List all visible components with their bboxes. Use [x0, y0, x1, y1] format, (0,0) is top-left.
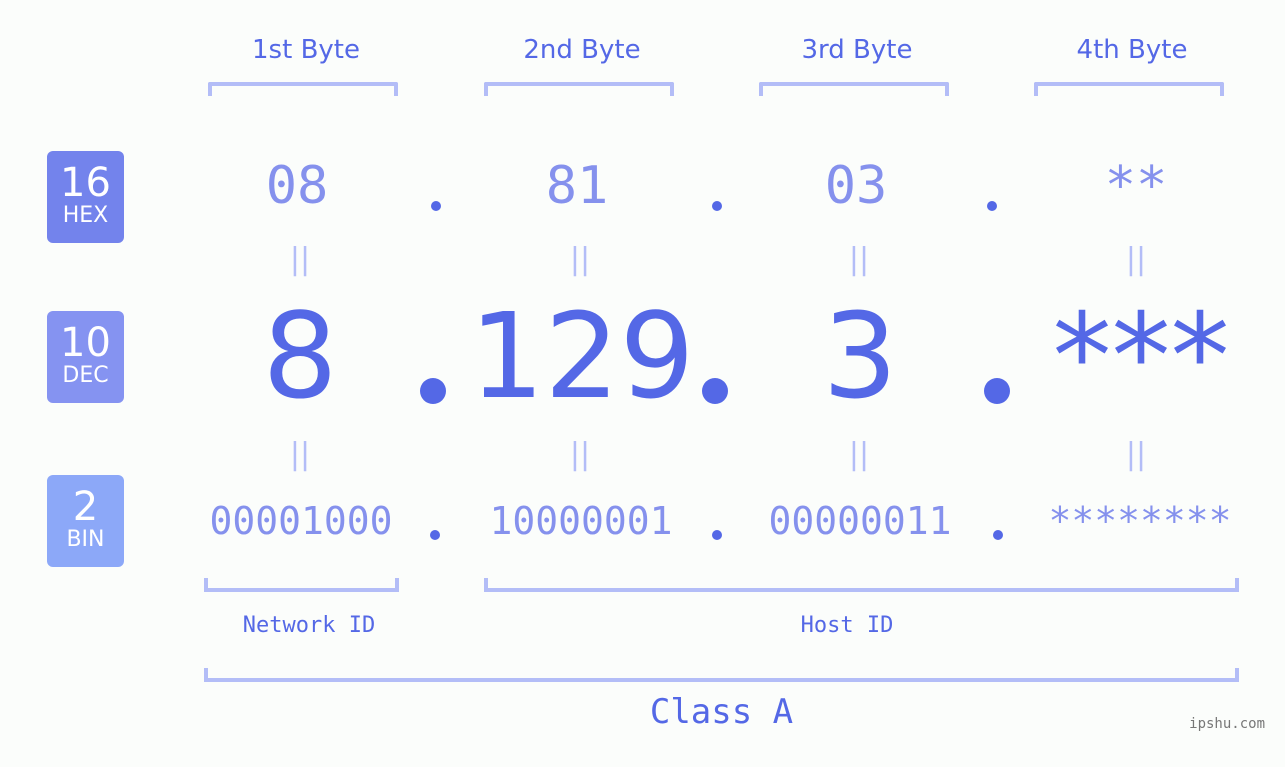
bin-byte-2: 10000001: [489, 499, 673, 543]
network-id-bracket: [204, 578, 399, 592]
byte-bracket-2: [484, 82, 674, 96]
hex-byte-4: **: [1104, 156, 1168, 216]
byte-header-3: 3rd Byte: [801, 35, 913, 65]
bin-badge-number: 2: [72, 484, 99, 530]
equals-icon: ||: [848, 437, 870, 472]
byte-bracket-3: [759, 82, 949, 96]
byte-bracket-4: [1034, 82, 1224, 96]
host-id-bracket: [484, 578, 1239, 592]
hex-separator-dot: [712, 201, 722, 211]
bin-byte-3: 00000011: [768, 499, 952, 543]
equals-icon: ||: [1125, 242, 1147, 277]
class-bracket: [204, 668, 1239, 682]
bin-separator-dot: [712, 530, 722, 540]
equals-icon: ||: [848, 242, 870, 277]
dec-separator-dot: [702, 378, 728, 404]
equals-icon: ||: [289, 242, 311, 277]
bin-badge: 2 BIN: [47, 475, 124, 567]
dec-badge-number: 10: [60, 320, 111, 366]
class-label: Class A: [649, 692, 794, 732]
watermark: ipshu.com: [1189, 716, 1265, 732]
host-id-label: Host ID: [800, 613, 894, 638]
equals-icon: ||: [1125, 437, 1147, 472]
byte-header-1: 1st Byte: [252, 35, 360, 65]
hex-separator-dot: [431, 201, 441, 211]
hex-byte-2: 81: [545, 156, 609, 216]
bin-separator-dot: [993, 530, 1003, 540]
hex-byte-1: 08: [265, 156, 329, 216]
dec-badge: 10 DEC: [47, 311, 124, 403]
hex-badge: 16 HEX: [47, 151, 124, 243]
hex-separator-dot: [987, 201, 997, 211]
dec-byte-1: 8: [262, 287, 338, 425]
bin-byte-4: ********: [1048, 499, 1232, 543]
dec-byte-2: 129: [469, 287, 695, 425]
equals-icon: ||: [289, 437, 311, 472]
byte-header-2: 2nd Byte: [523, 35, 641, 65]
bin-byte-1: 00001000: [209, 499, 393, 543]
hex-badge-label: HEX: [62, 203, 109, 228]
bin-separator-dot: [430, 530, 440, 540]
dec-byte-3: 3: [822, 287, 898, 425]
dec-separator-dot: [420, 378, 446, 404]
equals-icon: ||: [569, 242, 591, 277]
byte-bracket-1: [208, 82, 398, 96]
bin-badge-label: BIN: [66, 527, 105, 552]
equals-icon: ||: [569, 437, 591, 472]
dec-byte-4: ***: [1052, 287, 1230, 425]
dec-separator-dot: [984, 378, 1010, 404]
byte-header-4: 4th Byte: [1076, 35, 1188, 65]
hex-byte-3: 03: [824, 156, 888, 216]
network-id-label: Network ID: [242, 613, 376, 638]
dec-badge-label: DEC: [62, 363, 109, 388]
hex-badge-number: 16: [60, 160, 111, 206]
